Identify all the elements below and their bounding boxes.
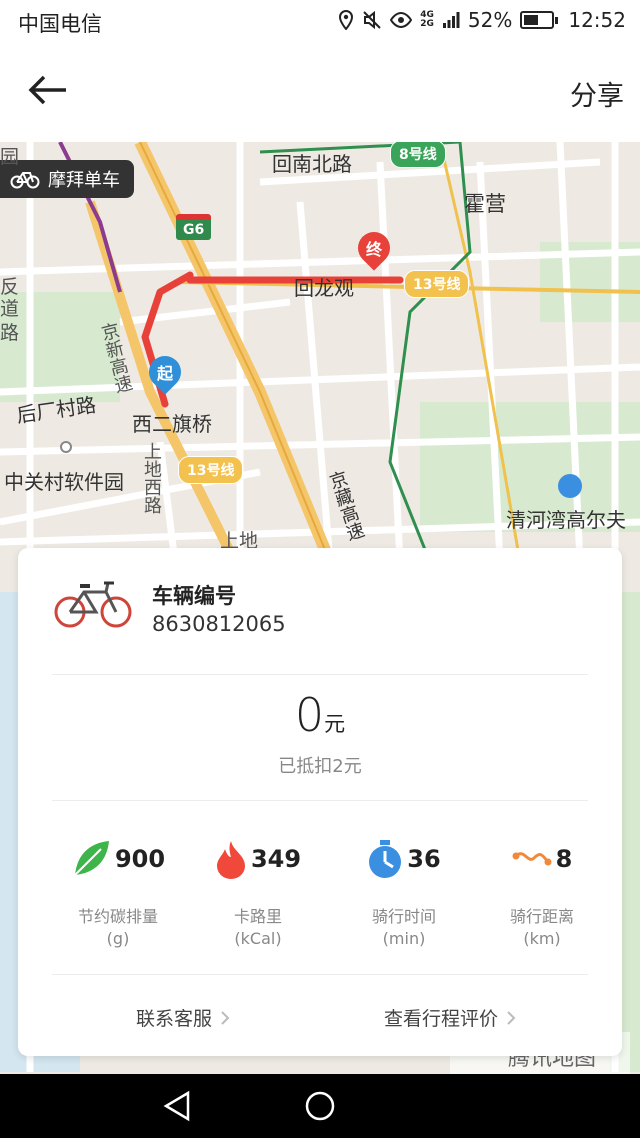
map-label-left-edge-4: 路 [0, 322, 20, 344]
g6-highway-sign: G6 [176, 214, 212, 240]
share-button[interactable]: 分享 [570, 74, 624, 113]
price-unit: 元 [324, 712, 346, 736]
stat-calories: 349 卡路里 (kCal) [178, 838, 338, 950]
view-trip-review-link[interactable]: 查看行程评价 [384, 1004, 516, 1031]
divider [52, 800, 588, 801]
map-label-shangdi-west-road: 上地西路 [141, 442, 162, 514]
status-bar: 中国电信 4G 2G 52% 12:52 [0, 0, 640, 44]
back-button[interactable] [28, 74, 72, 114]
map-label-qinghe-bay-golf: 清河湾高尔夫 [506, 508, 626, 532]
start-marker[interactable]: 起 [142, 349, 188, 396]
chevron-right-icon [221, 1010, 230, 1025]
map-label-left-edge-1: 园 [0, 146, 20, 168]
brand-badge: 摩拜单车 [0, 160, 134, 198]
mute-icon [363, 10, 381, 30]
network-type: 4G 2G [420, 10, 434, 29]
map-label-left-edge-3: 道 [0, 298, 20, 320]
status-icons: 4G 2G 52% 12:52 [338, 8, 626, 32]
top-navbar: 分享 [0, 44, 640, 142]
metro-line13-south-label: 13号线 [178, 456, 244, 484]
eye-icon [390, 12, 413, 28]
deduction-note: 已抵扣2元 [278, 756, 362, 777]
chevron-right-icon [507, 1010, 516, 1025]
stat-ride-time: 36 骑行时间 (min) [324, 838, 484, 950]
contact-support-link[interactable]: 联系客服 [136, 1004, 230, 1031]
vehicle-id-value: 8630812065 [152, 612, 286, 636]
stat-carbon-saved: 900 节约碳排量 (g) [38, 838, 198, 950]
leaf-icon [74, 841, 109, 876]
metro-line8-label: 8号线 [390, 142, 446, 168]
battery-percent: 52% [467, 8, 513, 32]
bike-illustration-icon [54, 581, 132, 628]
flame-icon [216, 841, 245, 879]
map-label-huinan-north-road: 回南北路 [272, 152, 352, 176]
vehicle-id-label: 车辆编号 [152, 584, 236, 608]
location-icon [339, 10, 354, 30]
system-navigation-bar [0, 1074, 640, 1138]
trip-price: 0元 [18, 688, 622, 742]
map-label-huilongguan: 回龙观 [294, 276, 354, 300]
stat-ride-distance: 8 骑行距离 (km) [509, 845, 574, 948]
divider [52, 974, 588, 975]
home-circle-icon[interactable] [304, 1090, 336, 1122]
route-icon [512, 852, 552, 866]
brand-name: 摩拜单车 [48, 170, 120, 191]
metro-line13-east-label: 13号线 [404, 270, 470, 298]
trip-summary-card: 车辆编号 8630812065 0元 已抵扣2元 900 节约碳排量 (g) 34… [18, 548, 622, 1056]
back-arrow-icon [28, 75, 66, 105]
battery-icon [520, 11, 559, 29]
map-label-huoying: 霍营 [464, 192, 506, 216]
bicycle-icon [10, 172, 40, 189]
timer-icon [369, 840, 402, 878]
price-amount: 0 [294, 688, 325, 742]
battery-level [524, 15, 539, 25]
map-label-zhongguancun-software-park: 中关村软件园 [4, 470, 124, 494]
end-marker[interactable]: 终 [351, 225, 397, 272]
map-label-xierqi-bridge: 西二旗桥 [132, 412, 212, 436]
back-triangle-icon[interactable] [162, 1090, 192, 1122]
clock: 12:52 [568, 8, 626, 32]
signal-icon [442, 12, 460, 28]
carrier-name: 中国电信 [18, 12, 102, 36]
divider [52, 674, 588, 675]
